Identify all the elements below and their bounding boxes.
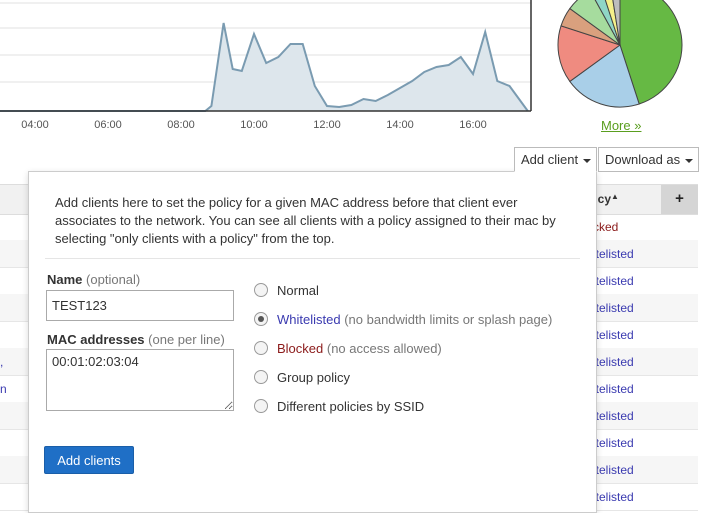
- mac-addresses-input[interactable]: 00:01:02:03:04: [46, 349, 234, 411]
- row-policy: itelisted: [593, 274, 634, 288]
- popover-description: Add clients here to set the policy for a…: [55, 195, 556, 246]
- x-tick-label: 10:00: [240, 119, 268, 131]
- usage-chart: 04:00 06:00 08:00 10:00 12:00 14:00 16:00: [0, 0, 540, 140]
- sort-up-icon: ▲: [611, 192, 619, 201]
- download-as-dropdown[interactable]: Download as: [598, 147, 699, 172]
- name-label: Name (optional): [47, 272, 141, 287]
- row-policy: itelisted: [593, 247, 634, 261]
- row-cell-fragment: n: [0, 382, 7, 396]
- row-policy: itelisted: [593, 436, 634, 450]
- radio-whitelisted[interactable]: [254, 312, 268, 326]
- x-tick-label: 14:00: [386, 119, 414, 131]
- row-cell-fragment: ,: [0, 355, 4, 369]
- radio-blocked[interactable]: [254, 341, 268, 355]
- add-clients-button[interactable]: Add clients: [44, 446, 134, 474]
- x-tick-label: 08:00: [167, 119, 195, 131]
- add-client-dropdown[interactable]: Add client: [514, 147, 597, 172]
- add-column-button[interactable]: +: [661, 185, 698, 214]
- usage-area: [0, 23, 528, 111]
- usage-chart-svg: 04:00 06:00 08:00 10:00 12:00 14:00 16:00: [0, 0, 532, 131]
- more-link[interactable]: More »: [601, 118, 641, 133]
- divider: [45, 258, 580, 259]
- row-policy: itelisted: [593, 409, 634, 423]
- row-policy: itelisted: [593, 463, 634, 477]
- row-policy: itelisted: [593, 382, 634, 396]
- chevron-down-icon: [685, 158, 694, 163]
- add-client-label: Add client: [521, 152, 579, 167]
- x-tick-label: 12:00: [313, 119, 341, 131]
- client-pie-chart[interactable]: [556, 0, 686, 110]
- add-client-popover: Add clients here to set the policy for a…: [28, 171, 597, 513]
- chevron-down-icon: [583, 158, 592, 163]
- download-as-label: Download as: [605, 152, 681, 167]
- mac-addresses-label: MAC addresses (one per line): [47, 332, 225, 347]
- row-policy: itelisted: [593, 328, 634, 342]
- radio-normal[interactable]: [254, 283, 268, 297]
- x-tick-label: 06:00: [94, 119, 122, 131]
- name-input[interactable]: [46, 290, 234, 321]
- row-policy: itelisted: [593, 355, 634, 369]
- row-policy: itelisted: [593, 301, 634, 315]
- x-tick-label: 04:00: [21, 119, 49, 131]
- radio-ssid-policy[interactable]: [254, 399, 268, 413]
- x-tick-label: 16:00: [459, 119, 487, 131]
- radio-group-policy[interactable]: [254, 370, 268, 384]
